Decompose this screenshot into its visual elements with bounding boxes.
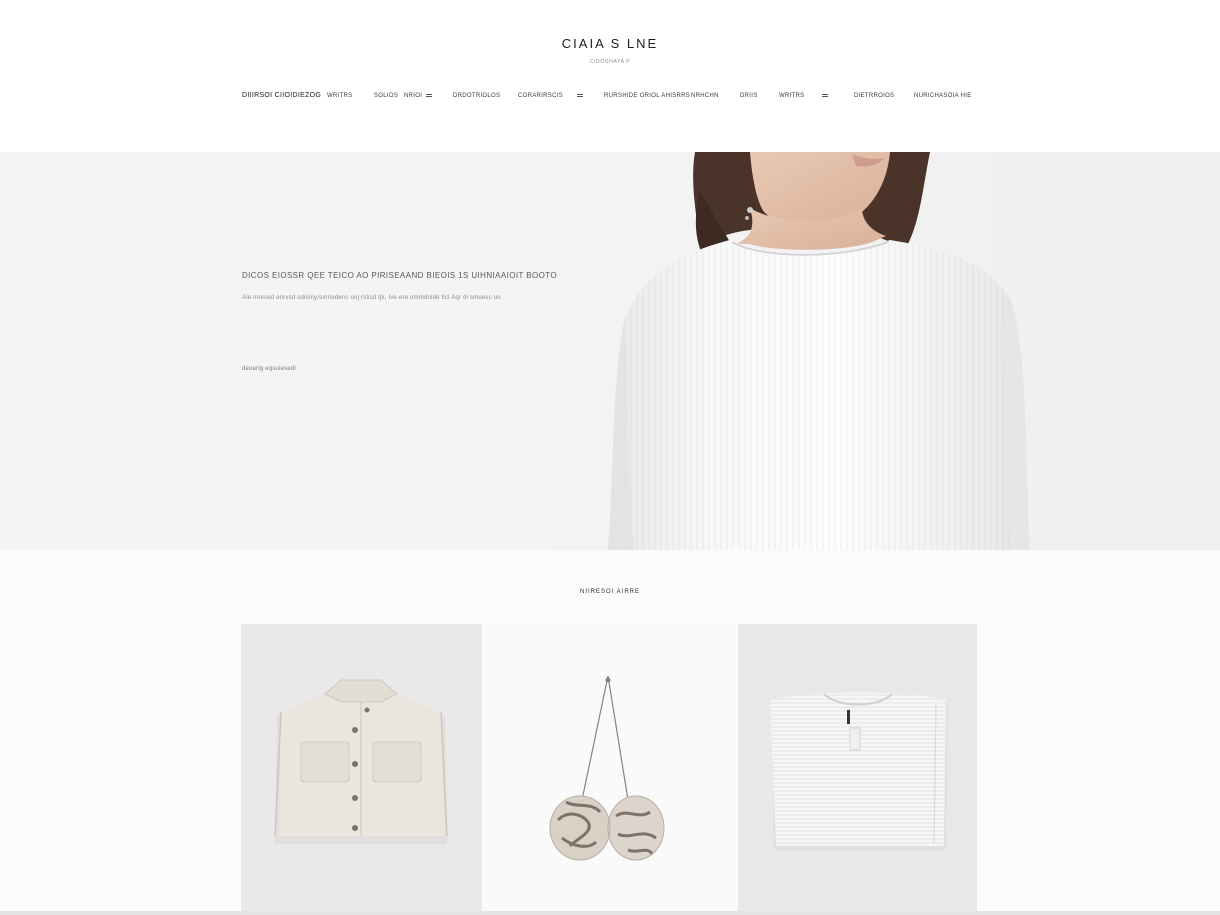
- main-nav: DIIIRSOI CIIOIDIEZOG WRITRS SOLIOS NRIOI…: [0, 91, 1220, 103]
- nav-item-writers-2[interactable]: WRITRS: [779, 91, 804, 101]
- product-card-vest[interactable]: [241, 624, 482, 915]
- vest-product-image: [241, 624, 482, 915]
- nav-item-nrhchn[interactable]: NRHCHN: [691, 91, 719, 101]
- nav-item-driis[interactable]: DRIIS: [740, 91, 758, 101]
- menu-icon[interactable]: [426, 92, 432, 98]
- hero-headline: DICOS EIOSSR QEE TEICO AO PIRISEAAND BIE…: [242, 271, 558, 280]
- hero-banner: DICOS EIOSSR QEE TEICO AO PIRISEAAND BIE…: [0, 152, 1220, 550]
- product-card-earrings[interactable]: [482, 624, 738, 915]
- nav-item-collection[interactable]: DIIIRSOI CIIOIDIEZOG: [242, 91, 321, 101]
- hero-model-photo: [608, 152, 1030, 550]
- brand-tagline: CIDOGHAYA P: [589, 59, 631, 65]
- nav-item-dietrroios[interactable]: DIETRROIOS: [854, 91, 894, 101]
- product-card-knit-top[interactable]: [738, 624, 977, 915]
- page-bottom-edge: [0, 911, 1220, 915]
- collection-section: NIIRESOI AIRRE: [0, 550, 1220, 915]
- section-title: NIIRESOI AIRRE: [579, 589, 640, 595]
- nav-item-corarirscis[interactable]: CORARIRSCIS: [518, 91, 563, 101]
- nav-item-nurichasoia[interactable]: NURICHASOIA HIE: [914, 91, 972, 101]
- site-header: CIAIA S LNE CIDOGHAYA P DIIIRSOI CIIOIDI…: [0, 0, 1220, 152]
- menu-icon[interactable]: [577, 92, 583, 98]
- brand-logo[interactable]: CIAIA S LNE: [0, 36, 1220, 51]
- nav-item-drdotriolos[interactable]: DRDOTRIOLOS: [453, 91, 500, 101]
- nav-item-writers[interactable]: WRITRS: [327, 91, 352, 101]
- nav-item-nrioi[interactable]: NRIOI: [404, 91, 422, 101]
- nav-item-solios[interactable]: SOLIOS: [374, 91, 398, 101]
- hero-cta-link[interactable]: deuerig eqsuiesedi: [242, 366, 296, 372]
- nav-item-rurshide[interactable]: RURSHIDE ORIOL AHISRRS: [604, 91, 690, 101]
- earrings-product-image: [482, 624, 738, 915]
- hero-subheading: Ale mresed enrvsd sdiiony/smriodens ooj …: [242, 295, 501, 301]
- knit-top-product-image: [738, 624, 977, 915]
- menu-icon[interactable]: [822, 92, 828, 98]
